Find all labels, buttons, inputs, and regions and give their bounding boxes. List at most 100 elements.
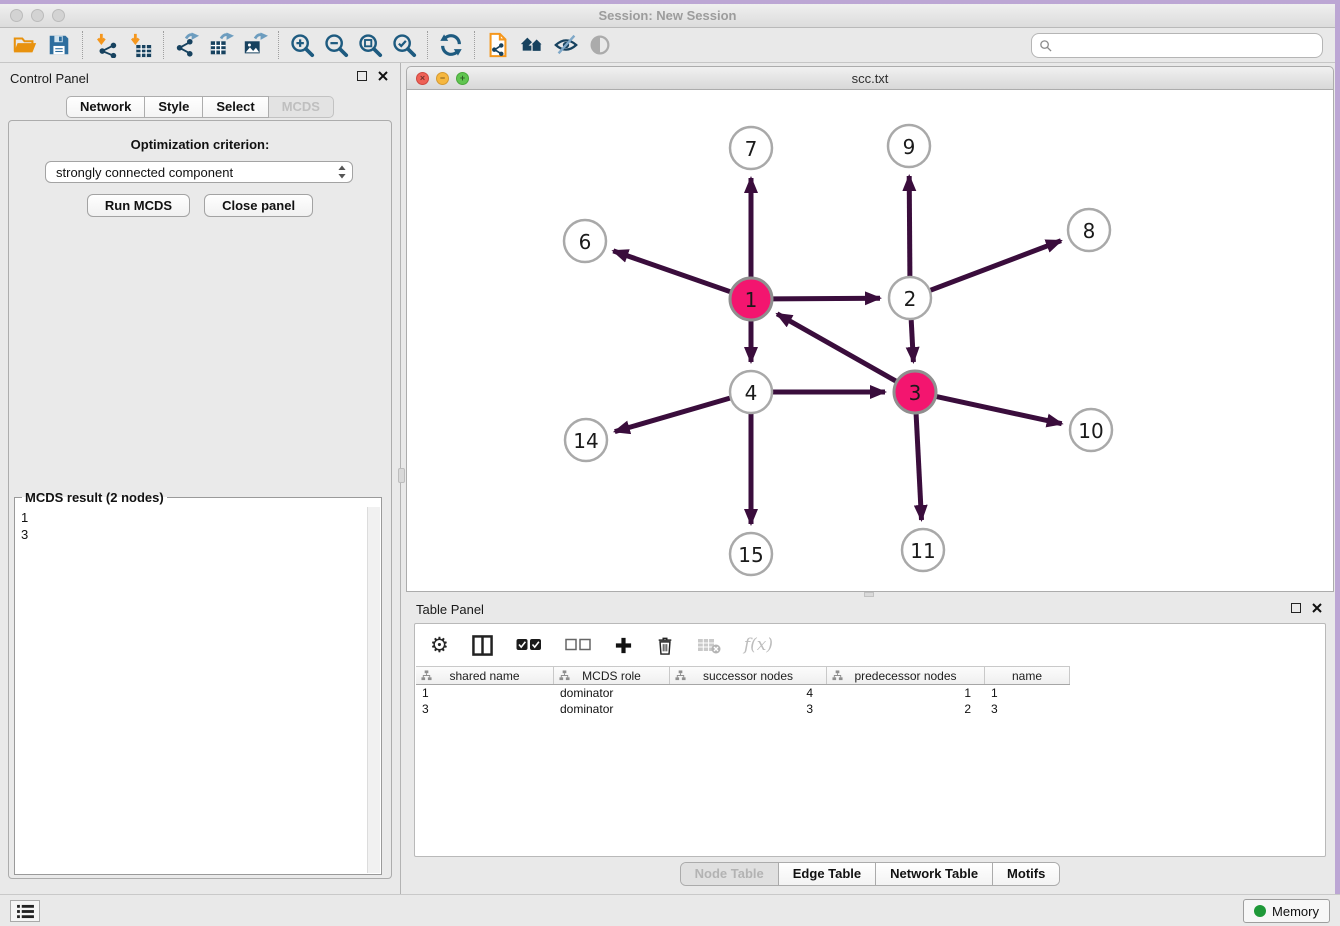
node-1[interactable]: 1 [730, 278, 772, 320]
close-table-panel-icon[interactable] [1312, 603, 1322, 613]
export-network-button[interactable] [170, 30, 204, 60]
float-table-panel-icon[interactable] [1291, 603, 1301, 613]
memory-label: Memory [1272, 904, 1319, 919]
node-label: 2 [904, 287, 917, 311]
first-neighbors-button[interactable] [515, 30, 549, 60]
toolbar-separator [427, 31, 428, 59]
column-header-successor-nodes[interactable]: successor nodes [670, 667, 827, 684]
toggle-graphics-details-button[interactable] [583, 30, 617, 60]
zoom-selected-icon [391, 32, 417, 58]
node-4[interactable]: 4 [730, 371, 772, 413]
tab-network-table[interactable]: Network Table [875, 863, 992, 885]
status-bar: Memory [0, 894, 1340, 926]
float-panel-icon[interactable] [357, 71, 367, 81]
zoom-fit-button[interactable] [353, 30, 387, 60]
vertical-splitter-grip[interactable] [398, 468, 405, 483]
edge-4-14[interactable] [615, 398, 730, 432]
column-header-name[interactable]: name [985, 667, 1070, 684]
control-panel-tabs: NetworkStyleSelectMCDS [0, 96, 400, 118]
zoom-selected-button[interactable] [387, 30, 421, 60]
cell-shared-name[interactable]: 1 [416, 685, 554, 701]
column-layout-button[interactable] [472, 635, 493, 656]
save-session-button[interactable] [42, 30, 76, 60]
zoom-in-button[interactable] [285, 30, 319, 60]
search-input[interactable] [1056, 36, 1322, 56]
cell-successor-nodes[interactable]: 4 [670, 685, 827, 701]
edge-2-8[interactable] [931, 241, 1061, 291]
criterion-select[interactable]: strongly connected component [45, 161, 353, 183]
show-all-columns-button[interactable] [516, 638, 542, 652]
node-7[interactable]: 7 [730, 127, 772, 169]
toolbar-separator [474, 31, 475, 59]
cell-name[interactable]: 1 [985, 685, 1070, 701]
function-builder-button[interactable]: f(x) [744, 635, 773, 655]
hide-all-columns-button[interactable] [565, 638, 591, 652]
delete-table-button[interactable] [697, 636, 721, 654]
node-3[interactable]: 3 [894, 371, 936, 413]
cell-shared-name[interactable]: 3 [416, 701, 554, 717]
memory-button[interactable]: Memory [1243, 899, 1330, 923]
tab-motifs[interactable]: Motifs [992, 863, 1059, 885]
column-header-predecessor-nodes[interactable]: predecessor nodes [827, 667, 985, 684]
zoom-out-icon [323, 32, 349, 58]
node-9[interactable]: 9 [888, 125, 930, 167]
edge-1-6[interactable] [613, 251, 730, 292]
export-table-icon [208, 32, 234, 58]
mcds-result-line: 3 [21, 526, 362, 543]
close-panel-button[interactable]: Close panel [204, 194, 313, 217]
close-panel-icon[interactable] [378, 71, 388, 81]
run-mcds-button[interactable]: Run MCDS [87, 194, 190, 217]
tab-mcds[interactable]: MCDS [269, 96, 334, 118]
network-window-titlebar[interactable]: × − + scc.txt [406, 66, 1334, 90]
cell-successor-nodes[interactable]: 3 [670, 701, 827, 717]
cell-name[interactable]: 3 [985, 701, 1070, 717]
export-image-button[interactable] [238, 30, 272, 60]
tab-network[interactable]: Network [66, 96, 145, 118]
node-label: 7 [745, 137, 758, 161]
cell-mcds-role[interactable]: dominator [554, 685, 670, 701]
node-11[interactable]: 11 [902, 529, 944, 571]
cell-predecessor-nodes[interactable]: 2 [827, 701, 985, 717]
column-header-mcds-role[interactable]: MCDS role [554, 667, 670, 684]
export-table-button[interactable] [204, 30, 238, 60]
apply-layout-button[interactable] [434, 30, 468, 60]
cell-predecessor-nodes[interactable]: 1 [827, 685, 985, 701]
table-row[interactable]: 3dominator323 [416, 701, 1325, 717]
tab-edge-table[interactable]: Edge Table [778, 863, 875, 885]
zoom-out-button[interactable] [319, 30, 353, 60]
node-2[interactable]: 2 [889, 277, 931, 319]
select-spinner-icon [337, 164, 347, 185]
column-type-icon [675, 670, 686, 681]
node-label: 1 [745, 288, 758, 312]
edge-2-9[interactable] [909, 176, 910, 276]
tab-node-table[interactable]: Node Table [681, 863, 778, 885]
tab-style[interactable]: Style [145, 96, 203, 118]
node-10[interactable]: 10 [1070, 409, 1112, 451]
import-network-button[interactable] [89, 30, 123, 60]
edge-3-11[interactable] [916, 414, 921, 520]
column-header-shared-name[interactable]: shared name [416, 667, 554, 684]
clone-network-button[interactable] [481, 30, 515, 60]
node-8[interactable]: 8 [1068, 209, 1110, 251]
node-6[interactable]: 6 [564, 220, 606, 262]
network-canvas[interactable]: 7 9 6 8 1 2 4 3 14 10 15 11 [406, 90, 1334, 592]
result-scrollbar[interactable] [367, 507, 380, 873]
table-row[interactable]: 1dominator411 [416, 685, 1325, 701]
cell-mcds-role[interactable]: dominator [554, 701, 670, 717]
node-14[interactable]: 14 [565, 419, 607, 461]
edge-3-1[interactable] [777, 314, 896, 381]
delete-column-button[interactable] [656, 635, 674, 656]
tab-select[interactable]: Select [203, 96, 268, 118]
edge-3-10[interactable] [937, 397, 1062, 424]
open-file-button[interactable] [8, 30, 42, 60]
show-graphics-details-button[interactable] [549, 30, 583, 60]
edge-2-3[interactable] [911, 320, 913, 362]
network-view-window: × − + scc.txt 7 9 6 8 1 2 4 3 14 10 15 11 [406, 66, 1334, 592]
node-label: 6 [579, 230, 592, 254]
table-settings-button[interactable]: ⚙ [430, 635, 449, 656]
node-15[interactable]: 15 [730, 533, 772, 575]
edge-1-2[interactable] [773, 298, 880, 299]
import-table-button[interactable] [123, 30, 157, 60]
create-column-button[interactable] [614, 636, 633, 655]
task-history-button[interactable] [10, 900, 40, 922]
